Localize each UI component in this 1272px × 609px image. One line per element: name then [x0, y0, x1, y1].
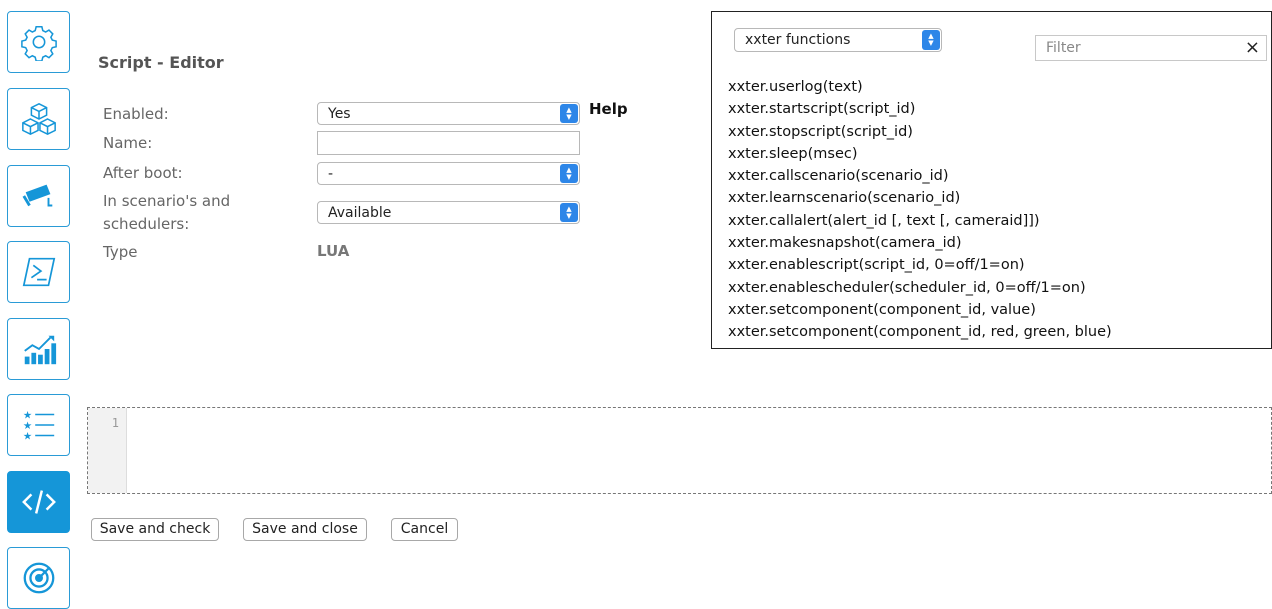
gear-icon [20, 26, 57, 61]
select-arrows-icon: ▲ ▼ [560, 104, 578, 123]
cubes-icon [21, 102, 56, 136]
after-boot-select-value: - [328, 166, 334, 182]
select-arrows-icon: ▲ ▼ [922, 30, 940, 50]
cancel-button[interactable]: Cancel [391, 518, 458, 541]
function-list: xxter.userlog(text) xxter.startscript(sc… [728, 76, 1112, 344]
enabled-select[interactable]: Yes ▲ ▼ [317, 102, 580, 125]
camera-icon [22, 184, 52, 207]
sidebar-item-terminal[interactable] [7, 241, 70, 303]
type-label: Type [103, 243, 138, 261]
sidebar-item-statistics[interactable] [7, 318, 70, 380]
scenarios-select-value: Available [328, 205, 392, 221]
function-category-value: xxter functions [745, 32, 851, 48]
enabled-label: Enabled: [103, 105, 169, 123]
line-number-gutter: 1 [88, 408, 127, 493]
save-and-check-button[interactable]: Save and check [91, 518, 219, 541]
function-item[interactable]: xxter.learnscenario(scenario_id) [728, 187, 1112, 209]
function-item[interactable]: xxter.userlog(text) [728, 76, 1112, 98]
sidebar-item-cameras[interactable] [7, 165, 70, 227]
filter-box: × [1035, 35, 1267, 61]
function-item[interactable]: xxter.setcomponent(component_id, red, gr… [728, 321, 1112, 343]
after-boot-label: After boot: [103, 164, 183, 182]
name-label: Name: [103, 134, 153, 152]
after-boot-select[interactable]: - ▲ ▼ [317, 162, 580, 185]
select-arrows-icon: ▲ ▼ [560, 203, 578, 222]
function-item[interactable]: xxter.sleep(msec) [728, 143, 1112, 165]
help-panel: xxter functions ▲▼ × xxter.userlog(text)… [711, 11, 1272, 349]
function-item[interactable]: xxter.enablescheduler(scheduler_id, 0=of… [728, 277, 1112, 299]
function-item[interactable]: xxter.callalert(alert_id [, text [, came… [728, 210, 1112, 232]
sidebar-item-scripts[interactable] [7, 471, 70, 533]
chart-icon [23, 335, 56, 365]
sidebar-item-settings[interactable] [7, 11, 70, 73]
function-item[interactable]: xxter.makesnapshot(camera_id) [728, 232, 1112, 254]
function-item[interactable]: xxter.callscenario(scenario_id) [728, 165, 1112, 187]
function-item[interactable]: xxter.startscript(script_id) [728, 98, 1112, 120]
line-number: 1 [111, 416, 119, 430]
select-arrows-icon: ▲ ▼ [560, 164, 578, 183]
scenarios-label-line1: In scenario's and [103, 192, 231, 210]
close-icon[interactable]: × [1245, 37, 1260, 59]
sidebar-item-favorites[interactable]: ★ ★ ★ [7, 394, 70, 456]
save-and-close-button[interactable]: Save and close [243, 518, 367, 541]
enabled-select-value: Yes [328, 106, 351, 122]
sidebar-item-components[interactable] [7, 88, 70, 150]
terminal-icon [22, 257, 55, 287]
sidebar-item-radar[interactable] [7, 547, 70, 609]
name-input[interactable] [317, 131, 580, 155]
star-list-icon: ★ ★ ★ [22, 409, 54, 442]
scenarios-select[interactable]: Available ▲ ▼ [317, 201, 580, 224]
filter-input[interactable] [1036, 36, 1236, 60]
code-editor[interactable]: 1 [87, 407, 1272, 494]
function-category-select[interactable]: xxter functions ▲ ▼ [734, 28, 942, 52]
page-title: Script - Editor [98, 53, 224, 72]
radar-icon [23, 562, 54, 594]
code-icon [21, 490, 56, 514]
svg-text:★: ★ [22, 430, 31, 442]
function-item[interactable]: xxter.stopscript(script_id) [728, 121, 1112, 143]
help-link[interactable]: Help [589, 100, 628, 118]
scenarios-label-line2: schedulers: [103, 215, 190, 233]
function-item[interactable]: xxter.setcomponent(component_id, value) [728, 299, 1112, 321]
type-value: LUA [317, 242, 350, 260]
function-item[interactable]: xxter.enablescript(script_id, 0=off/1=on… [728, 254, 1112, 276]
